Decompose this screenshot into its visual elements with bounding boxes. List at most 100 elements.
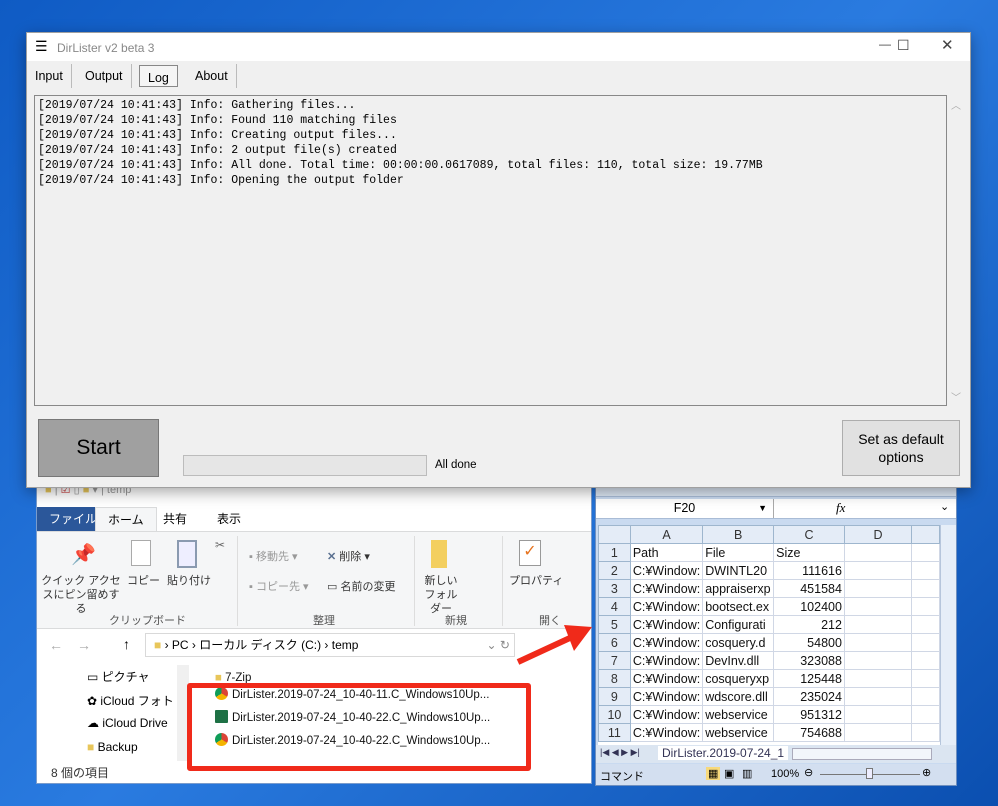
column-header[interactable]: D — [843, 525, 913, 544]
cell[interactable]: 111616 — [773, 561, 845, 580]
cell[interactable]: C:¥Window: — [629, 633, 704, 652]
cell[interactable] — [911, 615, 940, 634]
cell[interactable]: cosquery.d — [702, 633, 775, 652]
row-header[interactable]: 8 — [598, 669, 631, 688]
cell[interactable]: C:¥Window: — [629, 597, 704, 616]
copy-to-button[interactable]: ▪ コピー先 ▾ — [249, 580, 309, 594]
cell[interactable]: C:¥Window: — [629, 723, 704, 742]
tab-log[interactable]: Log — [139, 65, 178, 87]
cell[interactable]: File — [702, 543, 775, 562]
page-layout-button[interactable]: ▣ — [724, 767, 734, 780]
back-button[interactable]: ← — [49, 637, 63, 653]
tab-output[interactable]: Output — [77, 64, 132, 88]
copy-button[interactable]: コピー — [127, 574, 160, 588]
address-bar[interactable]: ■ › PC › ローカル ディスク (C:) › temp ⌄ ↻ — [145, 633, 515, 657]
cell[interactable]: C:¥Window: — [629, 615, 704, 634]
breadcrumb-pc[interactable]: PC — [172, 638, 189, 652]
cell[interactable] — [911, 723, 940, 742]
pin-quick-access-button[interactable]: クイック アクセスにピン留めする — [41, 574, 121, 616]
nav-item-icloud-drive[interactable]: ☁ iCloud Drive — [87, 716, 168, 730]
cell[interactable] — [843, 561, 913, 580]
properties-button[interactable]: プロパティ — [509, 574, 563, 588]
zoom-level[interactable]: 100% — [771, 768, 799, 780]
row-header[interactable]: 3 — [598, 579, 631, 598]
delete-button[interactable]: ✕ 削除 ▾ — [327, 550, 370, 564]
cell[interactable]: 451584 — [773, 579, 845, 598]
cell[interactable]: Path — [629, 543, 704, 562]
cell[interactable] — [843, 651, 913, 670]
breadcrumb-local-disk[interactable]: ローカル ディスク (C:) — [199, 638, 321, 652]
horizontal-scrollbar[interactable] — [792, 748, 932, 760]
cell[interactable] — [911, 633, 940, 652]
cell[interactable] — [843, 615, 913, 634]
cell[interactable] — [911, 543, 940, 562]
close-button[interactable]: ✕ — [941, 36, 954, 54]
column-header[interactable] — [911, 525, 940, 544]
sheet-nav-buttons[interactable]: |◀ ◀ ▶ ▶| — [600, 747, 640, 758]
cell[interactable] — [843, 543, 913, 562]
cell[interactable]: C:¥Window: — [629, 651, 704, 670]
cell[interactable]: 951312 — [773, 705, 845, 724]
cell[interactable]: DWINTL20 — [702, 561, 775, 580]
tab-about[interactable]: About — [187, 64, 237, 88]
move-to-button[interactable]: ▪ 移動先 ▾ — [249, 550, 298, 564]
row-header[interactable]: 5 — [598, 615, 631, 634]
vertical-scrollbar[interactable] — [940, 525, 956, 745]
row-header[interactable]: 2 — [598, 561, 631, 580]
zoom-slider-thumb[interactable] — [866, 768, 873, 779]
nav-item-pictures[interactable]: ▭ ピクチャ — [87, 668, 150, 685]
cell[interactable] — [911, 705, 940, 724]
cell[interactable]: Size — [773, 543, 845, 562]
normal-view-button[interactable]: ▦ — [706, 767, 721, 780]
nav-item-backup[interactable]: ■ Backup — [87, 740, 138, 754]
cell[interactable]: webservice — [702, 705, 775, 724]
row-header[interactable]: 4 — [598, 597, 631, 616]
row-header[interactable]: 9 — [598, 687, 631, 706]
select-all-corner[interactable] — [598, 525, 631, 544]
tab-input[interactable]: Input — [27, 64, 72, 88]
cell[interactable]: C:¥Window: — [629, 687, 704, 706]
scroll-up-icon[interactable]: ︿ — [951, 97, 961, 112]
cell[interactable] — [911, 579, 940, 598]
set-default-options-button[interactable]: Set as default options — [842, 420, 960, 476]
cell[interactable] — [843, 597, 913, 616]
cell[interactable]: C:¥Window: — [629, 561, 704, 580]
cell[interactable] — [911, 687, 940, 706]
cell[interactable]: appraiserxp — [702, 579, 775, 598]
cell[interactable] — [843, 687, 913, 706]
expand-formula-icon[interactable]: ⌄ — [940, 500, 949, 513]
log-output[interactable]: [2019/07/24 10:41:43] Info: Gathering fi… — [34, 95, 947, 406]
cell[interactable]: 235024 — [773, 687, 845, 706]
ribbon-tab-view[interactable]: 表示 — [205, 507, 253, 531]
name-box[interactable]: F20 ▼ — [596, 499, 774, 518]
cut-icon[interactable]: ✂ — [215, 538, 225, 552]
cell[interactable]: DevInv.dll — [702, 651, 775, 670]
refresh-icon[interactable]: ⌄ ↻ — [487, 634, 510, 656]
cell[interactable] — [843, 579, 913, 598]
up-button[interactable]: ↑ — [123, 636, 130, 652]
cell[interactable] — [843, 723, 913, 742]
row-header[interactable]: 6 — [598, 633, 631, 652]
cell[interactable]: bootsect.ex — [702, 597, 775, 616]
cell[interactable]: wdscore.dll — [702, 687, 775, 706]
cell[interactable]: C:¥Window: — [629, 579, 704, 598]
log-scrollbar[interactable]: ︿ ﹀ — [949, 95, 963, 406]
column-header[interactable]: B — [702, 525, 775, 544]
row-header[interactable]: 10 — [598, 705, 631, 724]
cell[interactable] — [911, 651, 940, 670]
new-folder-button[interactable]: 新しいフォルダー — [421, 574, 461, 616]
row-header[interactable]: 1 — [598, 543, 631, 562]
cell[interactable] — [911, 561, 940, 580]
cell[interactable]: 323088 — [773, 651, 845, 670]
minimize-button[interactable]: — — [879, 37, 891, 51]
maximize-button[interactable]: ☐ — [897, 37, 910, 54]
zoom-in-button[interactable]: ⊕ — [922, 766, 931, 779]
cell[interactable]: Configurati — [702, 615, 775, 634]
cell[interactable]: 54800 — [773, 633, 845, 652]
cell[interactable] — [843, 633, 913, 652]
breadcrumb-temp[interactable]: temp — [332, 638, 359, 652]
page-break-button[interactable]: ▥ — [742, 767, 752, 780]
cell[interactable]: C:¥Window: — [629, 705, 704, 724]
cell[interactable] — [843, 669, 913, 688]
cell[interactable] — [843, 705, 913, 724]
